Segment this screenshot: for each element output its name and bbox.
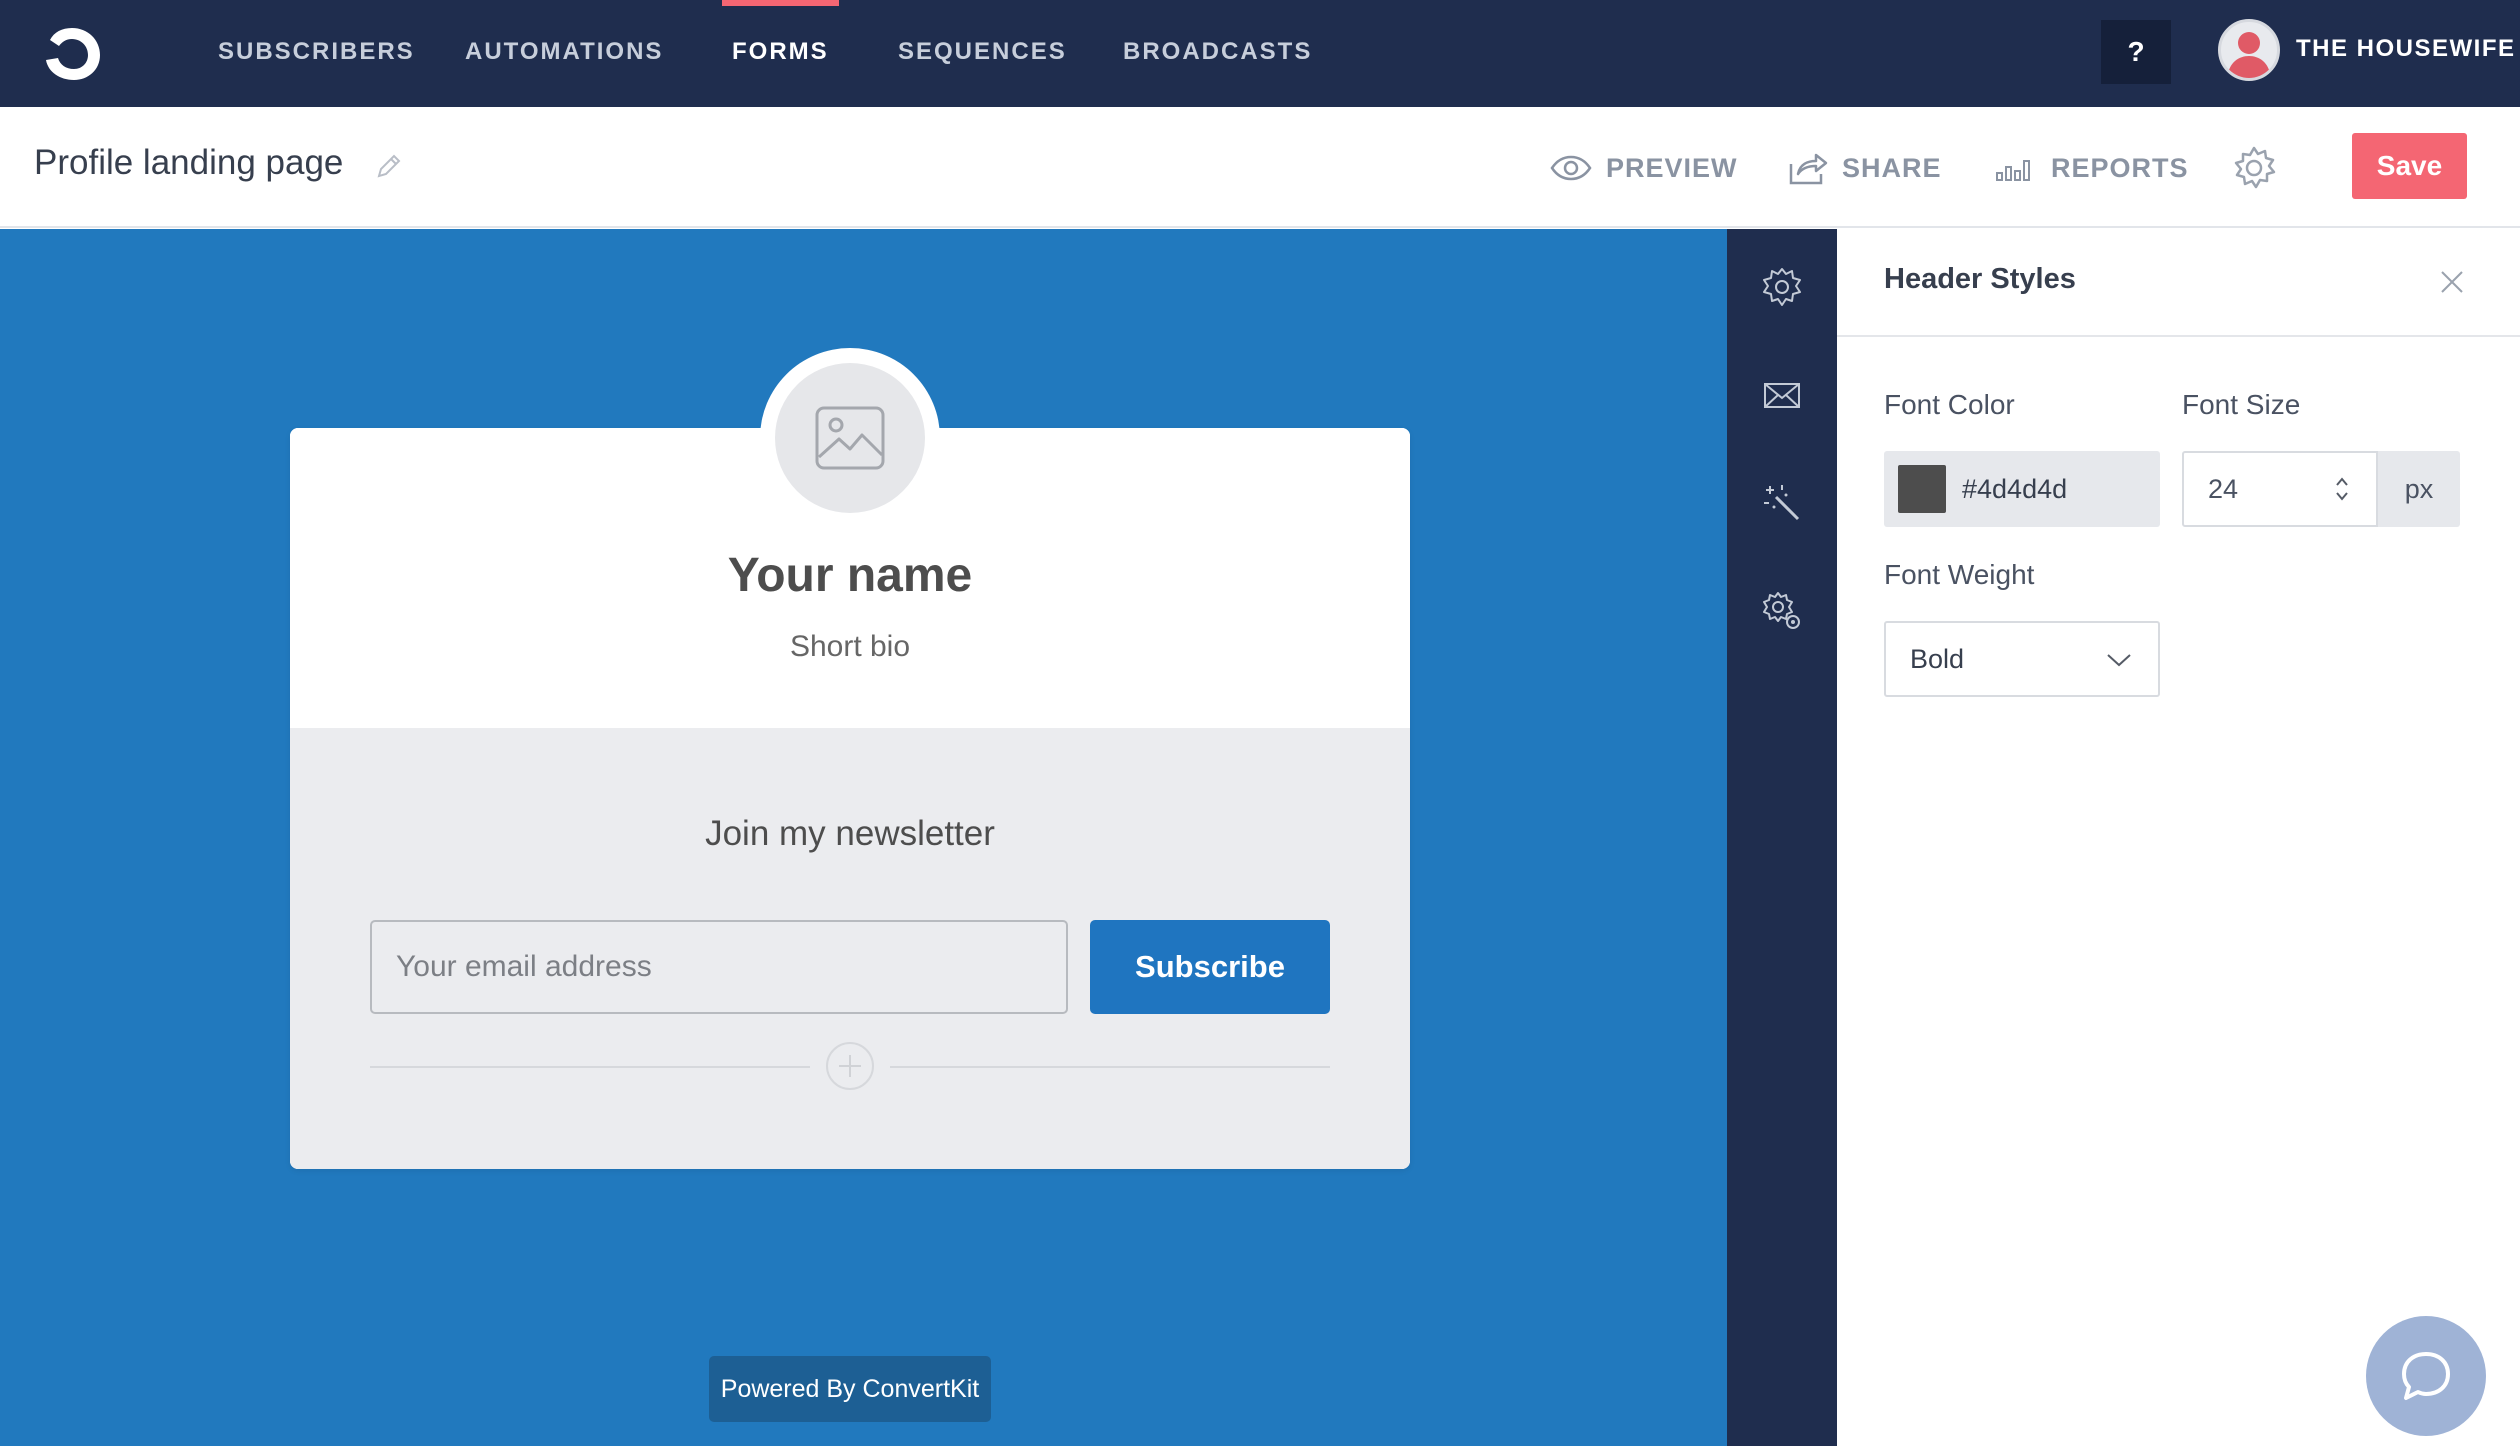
styles-panel: Header Styles Font Color Font Size #4d4d… <box>1837 229 2520 1446</box>
font-weight-select[interactable]: Bold <box>1884 621 2160 697</box>
editor-tool-rail <box>1727 229 1837 1446</box>
page-title: Profile landing page <box>34 143 344 182</box>
font-size-value[interactable]: 24 <box>2208 453 2238 525</box>
eye-icon <box>1550 155 1592 181</box>
newsletter-heading[interactable]: Join my newsletter <box>290 814 1410 854</box>
editor-header: Profile landing page PREVIEW SHARE REPOR… <box>0 107 2520 228</box>
font-size-label: Font Size <box>2182 389 2301 420</box>
nav-subscribers[interactable]: SUBSCRIBERS <box>218 0 415 107</box>
font-size-input[interactable]: 24 <box>2182 451 2378 527</box>
divider <box>890 1066 1330 1068</box>
share-button[interactable]: SHARE <box>1788 143 1942 193</box>
font-color-picker[interactable]: #4d4d4d <box>1884 451 2160 527</box>
add-block-plus-icon[interactable] <box>826 1042 874 1090</box>
account-name[interactable]: THE HOUSEWIFE M <box>2296 0 2520 100</box>
color-swatch[interactable] <box>1898 465 1946 513</box>
profile-image-placeholder[interactable] <box>760 348 940 528</box>
form-settings-gear-icon[interactable] <box>2231 145 2277 191</box>
panel-title: Header Styles <box>1884 263 2076 295</box>
bar-chart-icon <box>1996 160 2030 181</box>
landing-page-canvas[interactable]: Your name Short bio Join my newsletter Y… <box>0 229 1727 1446</box>
nav-broadcasts[interactable]: BROADCASTS <box>1123 0 1312 107</box>
top-navigation: SUBSCRIBERS AUTOMATIONS FORMS SEQUENCES … <box>0 0 2520 107</box>
profile-name-heading[interactable]: Your name <box>290 548 1410 603</box>
powered-by-badge[interactable]: Powered By ConvertKit <box>709 1356 991 1422</box>
reports-label: REPORTS <box>2051 152 2189 183</box>
preview-button[interactable]: PREVIEW <box>1550 143 1738 193</box>
magic-wand-icon[interactable] <box>1760 481 1804 525</box>
save-button[interactable]: Save <box>2352 133 2467 199</box>
font-weight-value: Bold <box>1910 644 1965 674</box>
profile-card[interactable]: Your name Short bio Join my newsletter Y… <box>290 348 1410 1169</box>
stepper-arrows-icon[interactable] <box>2334 473 2350 505</box>
profile-bio[interactable]: Short bio <box>290 630 1410 664</box>
gear-icon[interactable] <box>1760 265 1804 309</box>
nav-automations[interactable]: AUTOMATIONS <box>465 0 663 107</box>
chevron-down-icon <box>2104 645 2134 675</box>
envelope-icon[interactable] <box>1760 373 1804 417</box>
font-color-label: Font Color <box>1884 389 2015 420</box>
convertkit-logo-icon[interactable] <box>36 22 108 86</box>
avatar[interactable] <box>2218 19 2280 81</box>
pencil-icon[interactable] <box>374 151 404 181</box>
nav-forms[interactable]: FORMS <box>722 0 839 107</box>
email-input[interactable]: Your email address <box>370 920 1068 1014</box>
divider <box>370 1066 810 1068</box>
font-size-unit: px <box>2378 451 2460 527</box>
subscribe-button[interactable]: Subscribe <box>1090 920 1330 1014</box>
preview-label: PREVIEW <box>1606 152 1738 183</box>
font-color-value[interactable]: #4d4d4d <box>1962 451 2067 527</box>
share-label: SHARE <box>1842 152 1942 183</box>
help-button[interactable]: ? <box>2101 20 2171 84</box>
panel-header: Header Styles <box>1837 229 2520 337</box>
image-placeholder-icon <box>775 363 925 513</box>
chat-bubble-icon[interactable] <box>2366 1316 2486 1436</box>
advanced-settings-icon[interactable] <box>1760 589 1804 633</box>
font-weight-label: Font Weight <box>1884 559 2035 590</box>
close-icon[interactable] <box>2437 267 2467 297</box>
reports-button[interactable]: REPORTS <box>1995 143 2189 193</box>
nav-sequences[interactable]: SEQUENCES <box>898 0 1067 107</box>
share-icon <box>1789 153 1828 185</box>
